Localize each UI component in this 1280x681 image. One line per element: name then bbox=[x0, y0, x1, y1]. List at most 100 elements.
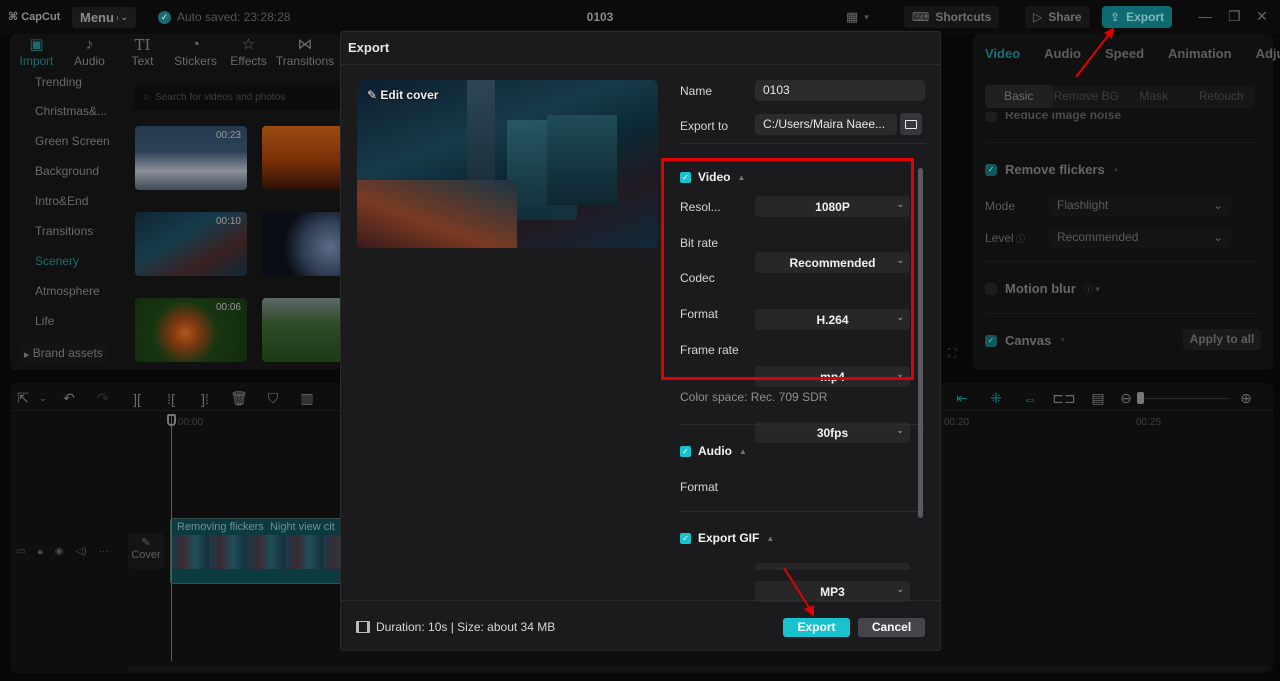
tool-stickers[interactable]: ◔ Stickers bbox=[169, 36, 222, 72]
fullscreen-icon[interactable]: ⛶ bbox=[948, 346, 956, 361]
zoom-out-icon[interactable]: ⊖ bbox=[1115, 390, 1137, 407]
caret-up-icon[interactable]: ▲ bbox=[739, 447, 747, 456]
level-row: Level ⓘ Recommended ⌄ bbox=[985, 227, 1231, 248]
canvas-checkbox[interactable]: ✓ bbox=[985, 334, 997, 347]
capcut-logo-icon: ⌘ bbox=[8, 11, 19, 23]
tool-effects[interactable]: ☆ Effects bbox=[222, 36, 275, 72]
playhead-handle[interactable] bbox=[167, 414, 176, 426]
mode-select[interactable]: Flashlight ⌄ bbox=[1049, 195, 1231, 216]
layout-button[interactable]: ▦ ▾ bbox=[846, 6, 869, 28]
frame-rate-select[interactable]: 30fps ⌄ bbox=[755, 422, 910, 443]
audio-section-header: ✓ Audio ▲ bbox=[680, 444, 747, 458]
category-item[interactable]: Green Screen bbox=[10, 130, 122, 160]
chevron-down-icon[interactable]: ⌄ bbox=[34, 393, 52, 404]
category-item[interactable]: Intro&End bbox=[10, 190, 122, 220]
category-item-active[interactable]: Scenery bbox=[10, 250, 122, 280]
subtab-remove-bg[interactable]: Remove BG bbox=[1053, 85, 1121, 108]
audio-format-select[interactable]: MP3 ⌄ bbox=[755, 581, 910, 602]
tab-adjust[interactable]: Adju bbox=[1256, 46, 1280, 61]
subtab-basic[interactable]: Basic bbox=[985, 85, 1053, 108]
remove-flickers-checkbox[interactable]: ✓ bbox=[985, 163, 997, 176]
delete-icon[interactable]: 🗑 bbox=[222, 390, 256, 407]
eye-icon[interactable]: ◉ bbox=[55, 546, 64, 557]
preview-axis-icon[interactable]: ▤ bbox=[1081, 390, 1115, 407]
category-item[interactable]: Atmosphere bbox=[10, 280, 122, 310]
tool-import[interactable]: ▣ Import bbox=[10, 36, 63, 72]
cover-button[interactable]: ✎ Cover bbox=[128, 533, 164, 569]
tool-transitions[interactable]: ⋈ Transitions bbox=[275, 36, 335, 72]
category-item[interactable]: Life bbox=[10, 310, 122, 340]
freeze-icon[interactable]: ▥ bbox=[290, 390, 324, 407]
gif-checkbox[interactable]: ✓ bbox=[680, 532, 691, 544]
subtab-retouch[interactable]: Retouch bbox=[1188, 85, 1256, 108]
subtab-mask[interactable]: Mask bbox=[1120, 85, 1188, 108]
menu-button[interactable]: Menu ⌄ bbox=[72, 7, 136, 28]
undo-icon[interactable]: ↶ bbox=[52, 390, 86, 407]
gif-resolution-select[interactable] bbox=[755, 563, 910, 570]
dialog-scrollbar[interactable] bbox=[918, 168, 923, 518]
close-button[interactable]: ✕ bbox=[1256, 8, 1268, 25]
help-icon[interactable]: ⓘ bbox=[1014, 234, 1025, 244]
more-icon[interactable]: ··· bbox=[99, 546, 109, 557]
split-right-icon[interactable]: ]⁞ bbox=[188, 391, 222, 407]
name-input[interactable]: 0103 bbox=[755, 80, 925, 101]
apply-to-all-button[interactable]: Apply to all bbox=[1183, 329, 1261, 350]
category-item[interactable]: Transitions bbox=[10, 220, 122, 250]
category-item[interactable]: Trending bbox=[10, 72, 122, 100]
playhead[interactable] bbox=[171, 416, 172, 661]
zoom-slider[interactable] bbox=[1137, 392, 1229, 404]
export-button[interactable]: Export bbox=[783, 618, 850, 637]
media-thumbnail[interactable]: 00:06 bbox=[135, 298, 247, 362]
divider bbox=[985, 261, 1260, 262]
media-thumbnail[interactable]: 00:10 bbox=[135, 212, 247, 276]
split-left-icon[interactable]: ⁞[ bbox=[154, 391, 188, 407]
browse-folder-button[interactable] bbox=[900, 113, 922, 135]
category-item[interactable]: Background bbox=[10, 160, 122, 190]
chevron-down-icon: ⌄ bbox=[120, 12, 128, 22]
maximize-button[interactable]: ❐ bbox=[1228, 8, 1241, 25]
main-track-magnet-icon[interactable]: ⇤ bbox=[945, 390, 979, 407]
motion-blur-checkbox[interactable] bbox=[985, 282, 997, 295]
search-input[interactable]: Search for videos and photos bbox=[155, 92, 285, 103]
auto-snap-icon[interactable]: ⁜ bbox=[979, 390, 1013, 407]
media-thumbnail[interactable] bbox=[262, 212, 342, 276]
split-icon[interactable]: ][ bbox=[120, 391, 154, 407]
track-cover-icon[interactable]: ▭ bbox=[16, 546, 25, 557]
edit-cover-button[interactable]: ✎ Edit cover bbox=[367, 88, 438, 102]
redo-icon[interactable]: ↷ bbox=[86, 390, 120, 407]
split-preview-icon[interactable]: ⊏⊐ bbox=[1047, 390, 1081, 407]
minimize-button[interactable]: — bbox=[1198, 8, 1212, 24]
media-thumbnail[interactable]: 00:23 bbox=[135, 126, 247, 190]
zoom-slider-handle[interactable] bbox=[1137, 392, 1144, 404]
pencil-icon: ✎ bbox=[367, 88, 378, 102]
volume-icon[interactable]: ◁) bbox=[76, 546, 87, 557]
audio-checkbox[interactable]: ✓ bbox=[680, 445, 691, 457]
export-path-input[interactable]: C:/Users/Maira Naee... bbox=[755, 114, 897, 135]
tab-video[interactable]: Video bbox=[985, 46, 1020, 61]
caret-up-icon[interactable]: ▲ bbox=[766, 534, 774, 543]
media-search[interactable]: ○ Search for videos and photos bbox=[133, 85, 343, 110]
shortcuts-button[interactable]: ⌨ Shortcuts bbox=[904, 6, 1000, 28]
audio-format-label: Format bbox=[680, 480, 719, 494]
level-select[interactable]: Recommended ⌄ bbox=[1049, 227, 1231, 248]
lock-icon[interactable]: 🔒︎ bbox=[37, 546, 42, 557]
media-thumbnail[interactable] bbox=[262, 126, 342, 190]
reduce-noise-checkbox[interactable] bbox=[985, 112, 997, 122]
tab-animation[interactable]: Animation bbox=[1168, 46, 1232, 61]
help-icon[interactable]: ⓘ ▾ bbox=[1084, 282, 1100, 295]
brand-assets-item[interactable]: ▶ Brand assets bbox=[20, 343, 108, 365]
marker-icon[interactable]: ⛉ bbox=[256, 390, 290, 407]
zoom-in-icon[interactable]: ⊕ bbox=[1229, 390, 1263, 407]
timeline-scrollbar[interactable] bbox=[127, 666, 1267, 671]
tool-audio[interactable]: ♪ Audio bbox=[63, 36, 116, 72]
clip-frames bbox=[171, 535, 344, 569]
link-icon[interactable]: ⇔ bbox=[1013, 391, 1047, 407]
search-icon: ○ bbox=[143, 92, 150, 103]
properties-subtabs: Basic Remove BG Mask Retouch bbox=[985, 85, 1255, 108]
media-thumbnail[interactable] bbox=[262, 298, 342, 362]
timeline-clip[interactable]: Removing flickers Night view cit bbox=[170, 518, 345, 584]
tool-text[interactable]: TI Text bbox=[116, 36, 169, 72]
cancel-button[interactable]: Cancel bbox=[858, 618, 925, 637]
category-item[interactable]: Christmas&... bbox=[10, 100, 122, 130]
select-tool-icon[interactable]: ⇱ bbox=[12, 390, 34, 407]
